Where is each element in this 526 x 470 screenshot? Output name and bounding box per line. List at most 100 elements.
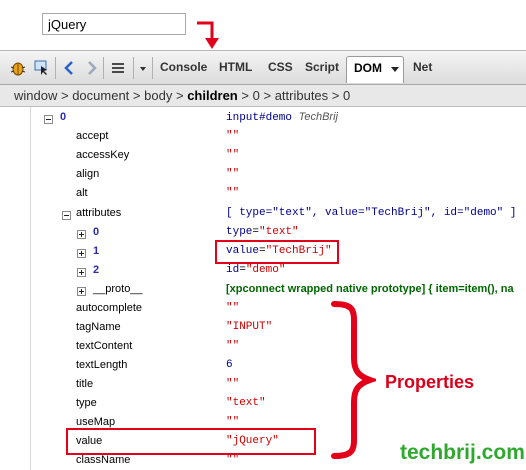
dom-prop-value: "" (226, 378, 240, 390)
breadcrumb-separator: > (175, 88, 184, 103)
highlight-box-attr-value (215, 240, 339, 264)
dom-row[interactable]: autocomplete "" (0, 302, 526, 321)
breadcrumb-item-body[interactable]: body (144, 88, 172, 103)
dom-prop-name: accept (76, 130, 109, 142)
toolbar-separator (133, 57, 134, 79)
breadcrumb-item-document[interactable]: document (72, 88, 129, 103)
tab-dom-label: DOM (354, 61, 382, 75)
dom-prop-value: "" (226, 130, 240, 142)
dom-prop-value[interactable]: input#demo TechBrij (226, 111, 338, 124)
breadcrumb-item-window[interactable]: window (14, 88, 57, 103)
attr-key: type (226, 226, 253, 238)
dom-prop-value: "text" (226, 397, 266, 409)
attr-val: "text" (259, 226, 299, 238)
dom-prop-name: 2 (93, 264, 100, 276)
expand-toggle-icon[interactable] (77, 287, 86, 296)
breadcrumb-separator: > (241, 88, 249, 103)
dom-prop-value: "" (226, 340, 240, 352)
dom-row[interactable]: accessKey "" (0, 149, 526, 168)
dom-row-proto[interactable]: __proto__ [xpconnect wrapped native prot… (0, 283, 526, 302)
dom-prop-name: useMap (76, 416, 116, 428)
breadcrumb-separator: > (331, 88, 340, 103)
dom-prop-name: __proto__ (93, 283, 143, 295)
toolbar-separator (152, 57, 153, 79)
dom-prop-value: 6 (226, 359, 233, 371)
menu-lines-icon[interactable] (109, 59, 127, 77)
breadcrumb-item-attributes[interactable]: attributes (275, 88, 328, 103)
dom-prop-name: 1 (93, 245, 100, 257)
dom-prop-name: textLength (76, 359, 128, 371)
tab-console[interactable]: Console (160, 60, 207, 74)
dom-prop-value: "" (226, 302, 240, 314)
dom-prop-name: align (76, 168, 100, 180)
dom-row-attributes[interactable]: attributes [ type="text", value="TechBri… (0, 207, 526, 226)
page-text-input[interactable] (42, 13, 186, 35)
dom-prop-value: "" (226, 149, 240, 161)
toolbar-separator (55, 57, 56, 79)
curly-brace-icon (331, 301, 376, 459)
expand-toggle-icon[interactable] (77, 249, 86, 258)
tab-dom[interactable]: DOM (346, 56, 404, 83)
breadcrumb-separator: > (132, 88, 141, 103)
dom-prop-value[interactable]: id="demo" (226, 264, 285, 276)
dom-prop-name: attributes (76, 207, 122, 219)
dom-prop-name: className (76, 454, 131, 466)
dom-panel: 0 input#demo TechBrij accept "" accessKe… (0, 107, 526, 470)
dom-prop-value: "INPUT" (226, 321, 273, 333)
firebug-toolbar: Console HTML CSS Script DOM Net (0, 50, 526, 85)
dom-prop-value: "" (226, 454, 240, 466)
dom-value-tag: input#demo (226, 112, 293, 124)
breadcrumb-item-0-last[interactable]: 0 (343, 88, 350, 103)
breadcrumb-separator: > (60, 88, 69, 103)
tab-css[interactable]: CSS (268, 60, 293, 74)
dom-value-title: TechBrij (298, 111, 338, 123)
breadcrumb: window > document > body > children > 0 … (0, 85, 526, 107)
back-arrow-icon[interactable] (61, 59, 79, 77)
red-arrow-down-icon (197, 21, 219, 49)
dom-prop-name: textContent (76, 340, 133, 352)
tab-script[interactable]: Script (305, 60, 339, 74)
dom-prop-name: 0 (93, 226, 100, 238)
expand-toggle-icon[interactable] (77, 230, 86, 239)
dom-prop-value[interactable]: [xpconnect wrapped native prototype] { i… (226, 283, 514, 295)
breadcrumb-separator: > (263, 88, 272, 103)
collapse-toggle-icon[interactable] (62, 211, 71, 220)
dom-prop-value: "" (226, 168, 240, 180)
dom-prop-name: 0 (60, 111, 67, 123)
attr-key: id (226, 264, 240, 276)
dom-prop-name: tagName (76, 321, 121, 333)
forward-arrow-icon[interactable] (82, 59, 100, 77)
dom-prop-value: "" (226, 416, 240, 428)
dom-row-root[interactable]: 0 input#demo TechBrij (0, 111, 526, 130)
dom-prop-name: type (76, 397, 97, 409)
dom-prop-name: autocomplete (76, 302, 143, 314)
expand-toggle-icon[interactable] (77, 268, 86, 277)
watermark: techbrij.com (400, 441, 525, 464)
attr-val: "demo" (245, 264, 286, 276)
dom-row[interactable]: type "text" (0, 397, 526, 416)
breadcrumb-item-0[interactable]: 0 (253, 88, 260, 103)
firebug-bug-icon[interactable] (9, 59, 27, 77)
collapse-toggle-icon[interactable] (44, 115, 53, 124)
dom-prop-name: accessKey (76, 149, 130, 161)
dom-prop-value: "" (226, 187, 240, 199)
dom-row[interactable]: textContent "" (0, 340, 526, 359)
dom-prop-name: alt (76, 187, 88, 199)
dom-row[interactable]: align "" (0, 168, 526, 187)
dom-prop-value[interactable]: type="text" (226, 226, 299, 238)
dropdown-caret-icon[interactable] (138, 59, 148, 77)
toolbar-separator (103, 57, 104, 79)
tab-net[interactable]: Net (413, 60, 432, 74)
highlight-box-value-property (66, 428, 316, 455)
chevron-down-icon[interactable] (391, 67, 399, 72)
dom-row[interactable]: alt "" (0, 187, 526, 206)
dom-row[interactable]: accept "" (0, 130, 526, 149)
dom-prop-name: title (76, 378, 94, 390)
dom-prop-value[interactable]: [ type="text", value="TechBrij", id="dem… (226, 207, 516, 219)
dom-row[interactable]: tagName "INPUT" (0, 321, 526, 340)
inspect-icon[interactable] (33, 59, 51, 77)
breadcrumb-item-children[interactable]: children (187, 88, 238, 103)
tab-html[interactable]: HTML (219, 60, 252, 74)
properties-label: Properties (385, 372, 475, 392)
dom-row-attr-2[interactable]: 2 id="demo" (0, 264, 526, 283)
